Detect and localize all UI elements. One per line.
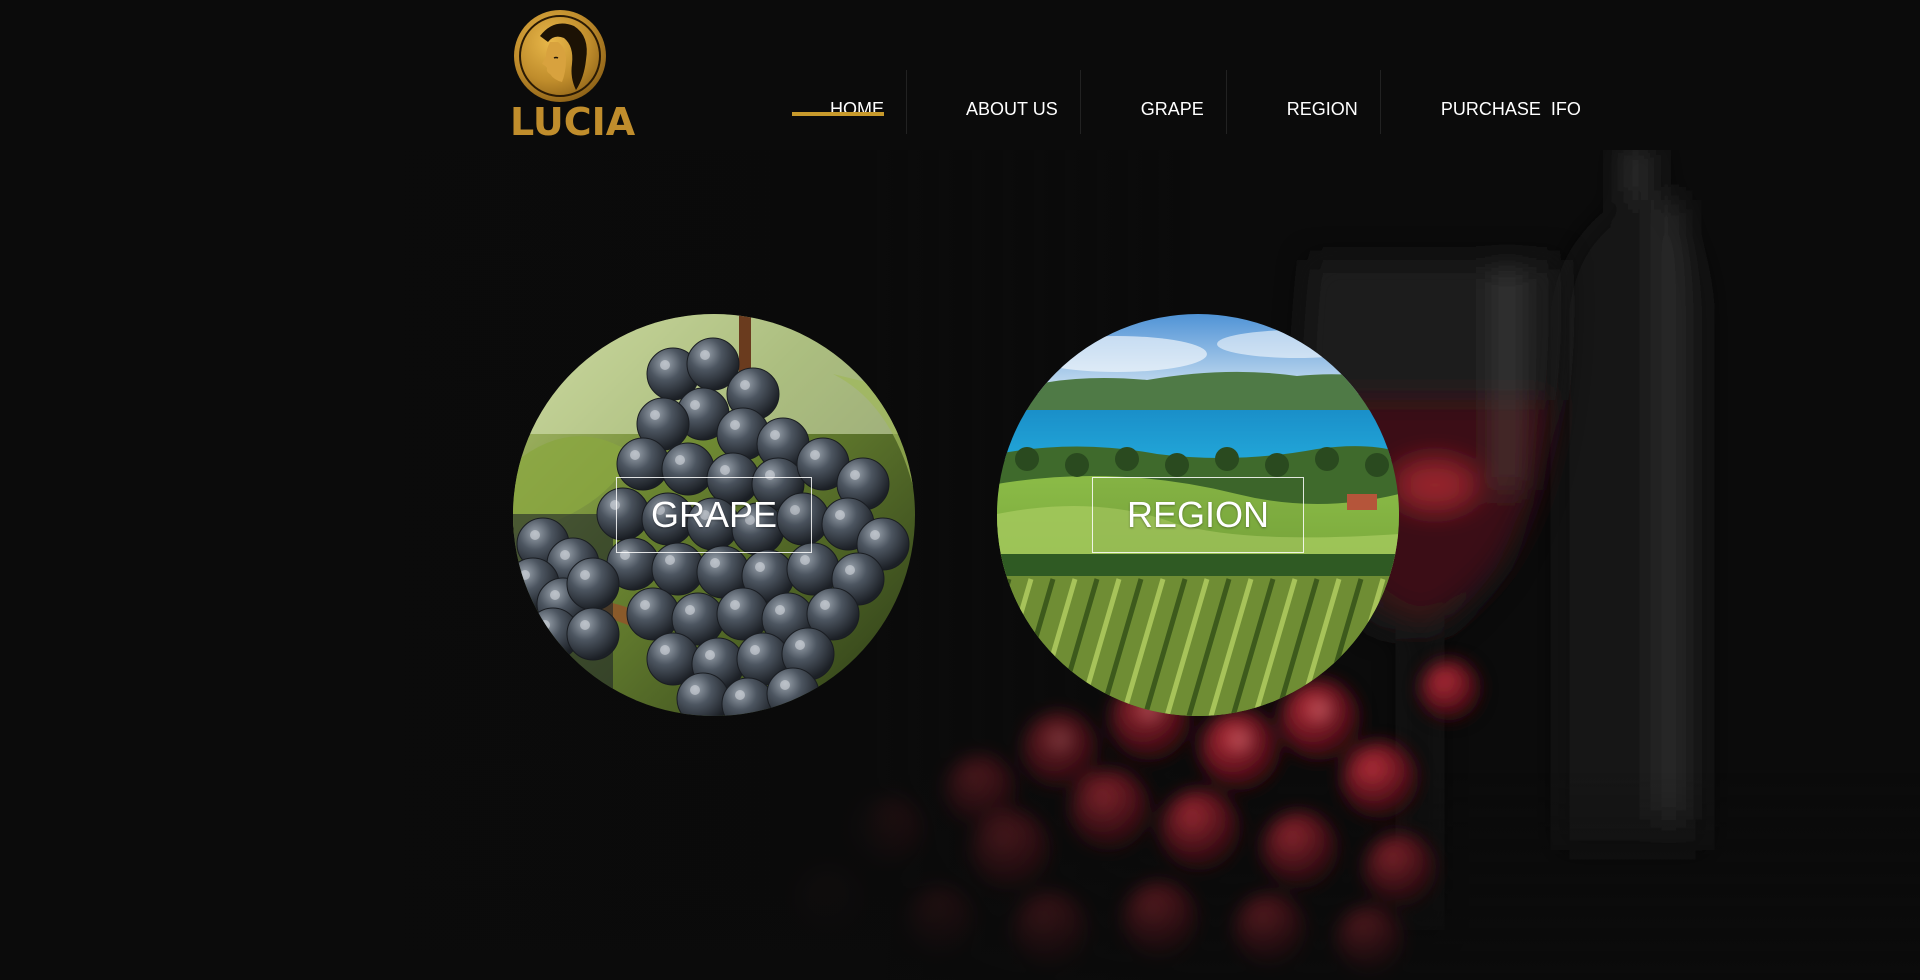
tree [1365, 453, 1389, 477]
main-nav: HOME ABOUT US GRAPE REGION PURCHASE IFO [770, 70, 1603, 134]
grape-berry-highlight [730, 600, 740, 610]
grape-berry-highlight [850, 470, 860, 480]
tree [1165, 453, 1189, 477]
grape-berry [566, 557, 620, 611]
tree [1215, 447, 1239, 471]
nav-item-region[interactable]: REGION [1227, 70, 1381, 134]
grape-berry-highlight [650, 410, 660, 420]
grape-berry-highlight [770, 430, 780, 440]
grape-berry-highlight [710, 558, 720, 568]
grape-berry-highlight [780, 680, 790, 690]
nav-item-label: PURCHASE IFO [1440, 99, 1581, 119]
grape-berry-highlight [690, 685, 700, 695]
background-wine-scene [0, 150, 1920, 980]
grape-berry-highlight [660, 645, 670, 655]
nav-item-label: GRAPE [1140, 99, 1204, 119]
grape-berry-highlight [735, 690, 745, 700]
grape-berry-highlight [550, 590, 560, 600]
grape-berry-highlight [845, 565, 855, 575]
region-card-label: REGION [1091, 477, 1305, 553]
grape-berry-highlight [720, 465, 730, 475]
grape-berry-highlight [820, 600, 830, 610]
brand-logo[interactable]: LUCIA [510, 8, 636, 144]
grape-berry-highlight [755, 562, 765, 572]
grape-berry-highlight [580, 620, 590, 630]
tree [1265, 453, 1289, 477]
grape-berry-highlight [640, 600, 650, 610]
page: LUCIA HOME ABOUT US GRAPE REGION PURCHAS… [0, 0, 1920, 980]
grape-berry-highlight [630, 450, 640, 460]
grape-berry-highlight [580, 570, 590, 580]
grape-berry-highlight [660, 360, 670, 370]
region-card[interactable]: REGION [997, 314, 1399, 716]
grape-berry [566, 607, 620, 661]
grape-card[interactable]: GRAPE [513, 314, 915, 716]
nav-item-label: REGION [1286, 99, 1358, 119]
site-header: LUCIA HOME ABOUT US GRAPE REGION PURCHAS… [0, 0, 1920, 150]
grape-berry-highlight [560, 550, 570, 560]
tree [1315, 447, 1339, 471]
grape-berry-highlight [775, 605, 785, 615]
nav-item-label: HOME [830, 99, 885, 119]
grape-berry-highlight [800, 555, 810, 565]
tree [1115, 447, 1139, 471]
grape-berry-highlight [870, 530, 880, 540]
brand-name: LUCIA [510, 100, 636, 144]
nav-item-home[interactable]: HOME [770, 70, 908, 134]
woman-profile-logo-icon [514, 10, 606, 102]
grape-berry-highlight [795, 640, 805, 650]
grape-berry-highlight [810, 450, 820, 460]
nav-item-about-us[interactable]: ABOUT US [907, 70, 1081, 134]
grape-berry-highlight [700, 350, 710, 360]
grape-berry-highlight [740, 380, 750, 390]
tree [1015, 447, 1039, 471]
grape-berry-highlight [750, 645, 760, 655]
nav-item-purchase-info[interactable]: PURCHASE IFO [1381, 70, 1603, 134]
nav-item-label: ABOUT US [966, 99, 1058, 119]
grape-berry [716, 587, 770, 641]
grape-berry-highlight [835, 510, 845, 520]
grape-berry-highlight [685, 605, 695, 615]
nav-active-indicator [792, 112, 885, 116]
grape-berry-highlight [730, 420, 740, 430]
nav-item-grape[interactable]: GRAPE [1081, 70, 1227, 134]
grape-berry-highlight [675, 455, 685, 465]
grape-berry-highlight [690, 400, 700, 410]
grape-berry-highlight [665, 555, 675, 565]
grape-berry [626, 587, 680, 641]
grape-berry-highlight [530, 530, 540, 540]
grape-berry-highlight [705, 650, 715, 660]
grape-card-label: GRAPE [615, 477, 813, 553]
tree [1065, 453, 1089, 477]
